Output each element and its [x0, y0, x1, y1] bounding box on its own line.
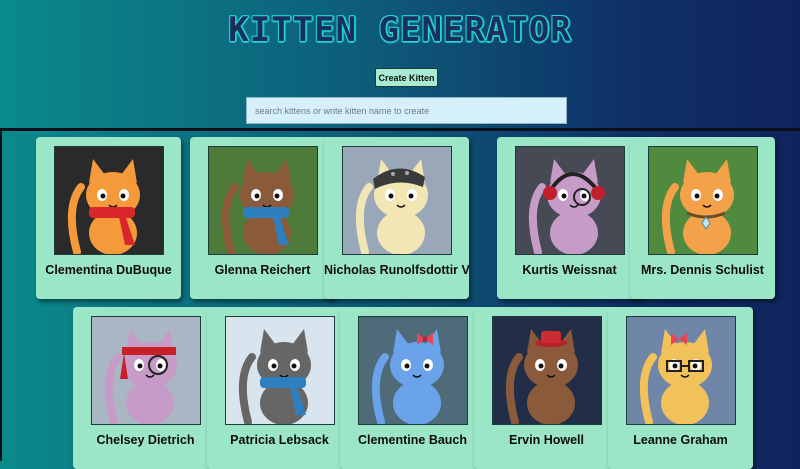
- kitten-image: [91, 316, 201, 425]
- kitten-card[interactable]: Ervin Howell: [474, 307, 619, 469]
- kitten-image: [225, 316, 335, 425]
- kitten-name: Mrs. Dennis Schulist: [641, 263, 764, 277]
- kitten-name: Kurtis Weissnat: [522, 263, 617, 277]
- kitten-card[interactable]: Clementine Bauch: [340, 307, 485, 469]
- kitten-name: Clementina DuBuque: [45, 263, 172, 277]
- kitten-image: [54, 146, 164, 255]
- kitten-name: Clementine Bauch: [357, 433, 468, 447]
- kitten-image: [492, 316, 602, 425]
- kitten-grid: Clementina DuBuque Glenna Reichert Nicho…: [0, 131, 800, 469]
- kitten-card[interactable]: Chelsey Dietrich: [73, 307, 218, 469]
- kitten-image: [208, 146, 318, 255]
- kitten-name: Glenna Reichert: [214, 263, 311, 277]
- kitten-image: [358, 316, 468, 425]
- kitten-image: [648, 146, 758, 255]
- kitten-card[interactable]: Glenna Reichert: [190, 137, 335, 299]
- kitten-card[interactable]: Nicholas Runolfsdottir V: [324, 137, 470, 299]
- app-title: KITTEN GENERATOR: [228, 10, 572, 50]
- kitten-card[interactable]: Kurtis Weissnat: [497, 137, 642, 299]
- kitten-image: [626, 316, 736, 425]
- kitten-name: Leanne Graham: [633, 433, 728, 447]
- kitten-card[interactable]: Patricia Lebsack: [207, 307, 352, 469]
- kitten-image: [515, 146, 625, 255]
- kitten-card[interactable]: Mrs. Dennis Schulist: [630, 137, 775, 299]
- kitten-name: Patricia Lebsack: [230, 433, 329, 447]
- kitten-card[interactable]: Leanne Graham: [608, 307, 753, 469]
- header: KITTEN GENERATOR Create Kitten: [0, 0, 800, 128]
- create-kitten-button[interactable]: Create Kitten: [375, 68, 438, 87]
- kitten-card[interactable]: Clementina DuBuque: [36, 137, 181, 299]
- kitten-name: Nicholas Runolfsdottir V: [324, 263, 470, 277]
- kitten-image: [342, 146, 452, 255]
- kitten-name: Chelsey Dietrich: [96, 433, 195, 447]
- search-input[interactable]: [246, 97, 567, 124]
- kitten-name: Ervin Howell: [508, 433, 585, 447]
